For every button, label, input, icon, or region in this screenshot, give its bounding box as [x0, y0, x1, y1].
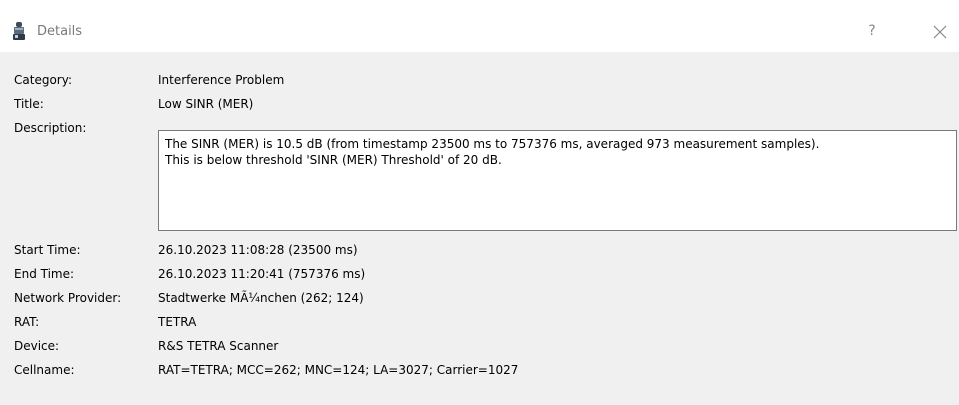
- close-icon: [933, 25, 947, 39]
- details-dialog: Details ? Category: Interference Problem…: [0, 0, 959, 405]
- description-line: The SINR (MER) is 10.5 dB (from timestam…: [165, 137, 820, 151]
- rat-value: TETRA: [158, 315, 197, 329]
- category-value: Interference Problem: [158, 73, 285, 87]
- device-value: R&S TETRA Scanner: [158, 339, 279, 353]
- category-label: Category:: [14, 73, 72, 87]
- network-provider-value: Stadtwerke MÃ¼nchen (262; 124): [158, 291, 364, 305]
- title-value: Low SINR (MER): [158, 97, 254, 111]
- cellname-label: Cellname:: [14, 363, 75, 377]
- device-label: Device:: [14, 339, 60, 353]
- window-title: Details: [37, 24, 83, 39]
- title-label: Title:: [14, 97, 44, 111]
- app-icon: [12, 22, 26, 40]
- help-button[interactable]: ?: [862, 20, 882, 42]
- title-bar[interactable]: Details ?: [0, 0, 959, 52]
- start-time-label: Start Time:: [14, 243, 81, 257]
- details-content: Category: Interference Problem Title: Lo…: [0, 52, 959, 405]
- end-time-value: 26.10.2023 11:20:41 (757376 ms): [158, 267, 366, 281]
- network-provider-label: Network Provider:: [14, 291, 122, 305]
- close-button[interactable]: [927, 20, 953, 44]
- start-time-value: 26.10.2023 11:08:28 (23500 ms): [158, 243, 358, 257]
- cellname-value: RAT=TETRA; MCC=262; MNC=124; LA=3027; Ca…: [158, 363, 519, 377]
- rat-label: RAT:: [14, 315, 40, 329]
- end-time-label: End Time:: [14, 267, 75, 281]
- description-line: This is below threshold 'SINR (MER) Thre…: [165, 153, 502, 167]
- description-textbox[interactable]: The SINR (MER) is 10.5 dB (from timestam…: [158, 130, 957, 231]
- description-label: Description:: [14, 121, 87, 135]
